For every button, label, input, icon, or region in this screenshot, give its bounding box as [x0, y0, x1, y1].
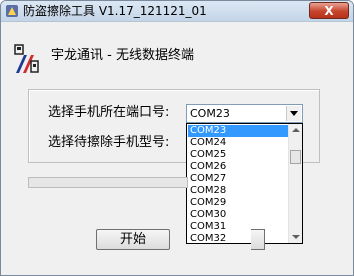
title-bar[interactable]: 防盗擦除工具 V1.17_121121_01 X — [1, 1, 353, 22]
port-select-value: COM23 — [190, 107, 230, 120]
port-select[interactable]: COM23 — [186, 104, 303, 123]
port-option[interactable]: COM30 — [188, 209, 289, 221]
scroll-thumb[interactable] — [290, 150, 301, 164]
close-button[interactable]: X — [309, 2, 349, 19]
port-option[interactable]: COM25 — [188, 149, 289, 161]
chevron-down-icon[interactable] — [286, 106, 301, 121]
window-title: 防盗擦除工具 V1.17_121121_01 — [23, 4, 207, 18]
port-option[interactable]: COM23 — [188, 125, 289, 137]
brand-logo-icon — [14, 44, 39, 73]
port-dropdown-list[interactable]: COM23 COM24 COM25 COM26 COM27 COM28 COM2… — [186, 123, 303, 244]
port-label: 选择手机所在端口号: — [48, 105, 170, 120]
app-window: 防盗擦除工具 V1.17_121121_01 X 宇龙通讯 - 无线数据终端 选… — [0, 0, 354, 276]
port-option[interactable]: COM29 — [188, 197, 289, 209]
model-label: 选择待擦除手机型号: — [48, 135, 170, 150]
progress-bar — [28, 177, 188, 188]
start-button[interactable]: 开始 — [96, 229, 170, 250]
brand-text: 宇龙通讯 - 无线数据终端 — [51, 48, 194, 63]
port-option[interactable]: COM31 — [188, 221, 289, 233]
port-option[interactable]: COM28 — [188, 185, 289, 197]
dropdown-scrollbar[interactable] — [288, 124, 302, 243]
scroll-down-icon[interactable] — [289, 230, 302, 243]
secondary-button[interactable] — [251, 229, 265, 250]
port-option[interactable]: COM27 — [188, 173, 289, 185]
app-icon — [6, 5, 18, 17]
scroll-up-icon[interactable] — [289, 124, 302, 137]
port-option[interactable]: COM26 — [188, 161, 289, 173]
port-option[interactable]: COM32 — [188, 233, 289, 243]
port-option[interactable]: COM24 — [188, 137, 289, 149]
